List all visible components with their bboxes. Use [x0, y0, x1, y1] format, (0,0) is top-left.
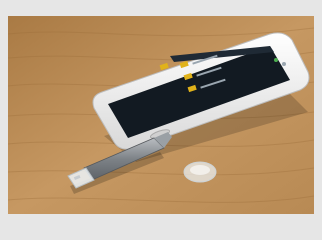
photo	[8, 16, 314, 214]
screen-icon	[274, 58, 278, 62]
screen-icon	[282, 62, 286, 66]
photo-scene	[8, 16, 314, 214]
usb-cap-highlight	[190, 165, 210, 175]
